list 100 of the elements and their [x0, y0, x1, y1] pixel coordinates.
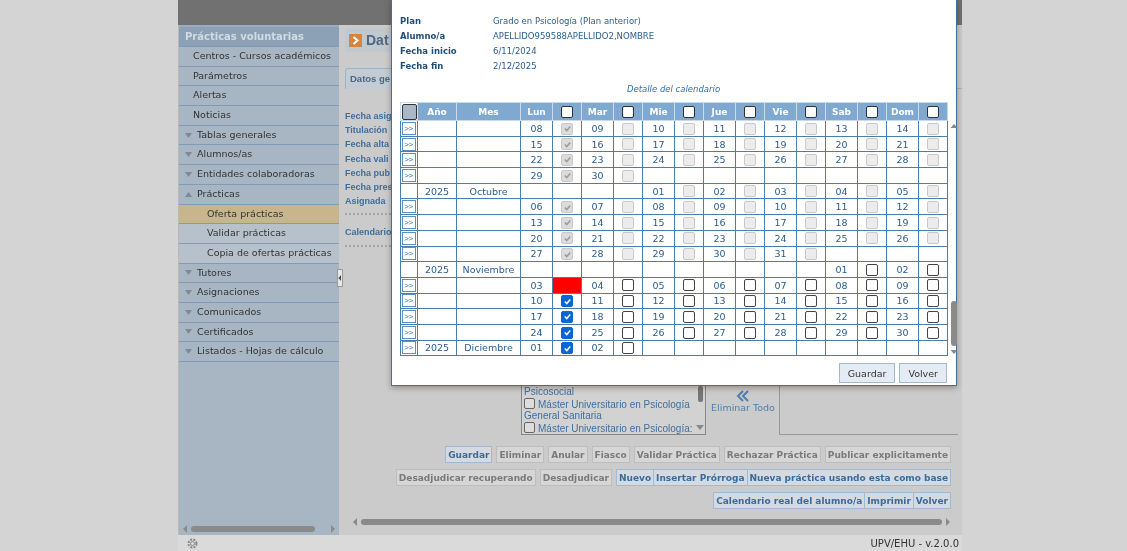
table-cell: 08 — [652, 201, 665, 213]
week-button[interactable]: >> — [402, 121, 416, 135]
checkbox[interactable] — [866, 310, 878, 323]
checkbox[interactable] — [683, 279, 695, 292]
list-item-text[interactable]: Máster Universitario en Psicología General Sanitaria — [524, 397, 695, 422]
checkbox[interactable] — [622, 342, 634, 355]
table-cell: 14 — [774, 295, 787, 307]
sidebar-item[interactable]: Alertas — [179, 86, 339, 107]
scrollbar[interactable] — [353, 517, 950, 526]
arrow-up-icon[interactable] — [949, 122, 959, 130]
checkbox[interactable] — [524, 421, 535, 433]
select-all-checkbox[interactable] — [401, 103, 417, 120]
checkbox[interactable] — [866, 263, 878, 276]
checkbox[interactable] — [927, 326, 939, 339]
checkbox[interactable] — [561, 310, 573, 323]
week-button[interactable]: >> — [402, 341, 416, 355]
dialog-button[interactable]: Volver — [899, 363, 947, 384]
sidebar-item[interactable]: Oferta prácticas — [179, 204, 339, 225]
week-button[interactable]: >> — [402, 153, 416, 167]
checkbox[interactable] — [744, 279, 756, 292]
table-cell: 28 — [896, 154, 909, 166]
checkbox[interactable] — [805, 279, 817, 292]
sidebar-group[interactable]: Entidades colaboradoras — [179, 165, 339, 185]
action-button[interactable]: Nueva práctica usando esta como base — [747, 469, 951, 486]
checkbox[interactable] — [622, 295, 634, 308]
checkbox[interactable] — [927, 295, 939, 308]
field-label: Titulación — [345, 124, 389, 138]
checkbox[interactable] — [744, 326, 756, 339]
checkbox[interactable] — [683, 310, 695, 323]
checkbox[interactable] — [805, 326, 817, 339]
info-label: Plan — [400, 15, 422, 26]
checkbox[interactable] — [866, 295, 878, 308]
dialog-button[interactable]: Guardar — [838, 363, 896, 384]
checkbox[interactable] — [561, 326, 573, 339]
sidebar-group[interactable]: Comunicados — [179, 302, 339, 323]
week-button[interactable]: >> — [402, 200, 416, 214]
sidebar-group[interactable]: Tablas generales — [179, 125, 339, 146]
week-button[interactable]: >> — [402, 137, 416, 151]
section-title: Dat — [366, 32, 389, 48]
checkbox[interactable] — [927, 105, 939, 118]
action-button[interactable]: Insertar Prórroga — [654, 469, 748, 486]
table-cell: 22 — [652, 232, 665, 244]
week-button[interactable]: >> — [402, 310, 416, 324]
checkbox[interactable] — [927, 310, 939, 323]
week-button[interactable]: >> — [402, 278, 416, 292]
sidebar-group[interactable]: Listados - Hojas de cálculo — [179, 342, 339, 362]
sidebar-item[interactable]: Copia de ofertas prácticas — [179, 243, 339, 264]
double-chevron-icon — [736, 390, 750, 402]
checkbox[interactable] — [622, 326, 634, 339]
checkbox[interactable] — [561, 105, 573, 118]
table-cell: 09 — [713, 201, 726, 213]
week-button[interactable]: >> — [402, 247, 416, 261]
sidebar-item[interactable]: Noticias — [179, 106, 339, 126]
sidebar-item[interactable]: Centros - Cursos académicos — [179, 47, 339, 67]
action-button[interactable]: Imprimir — [865, 492, 914, 509]
checkbox[interactable] — [683, 295, 695, 308]
checkbox[interactable] — [744, 295, 756, 308]
week-button[interactable]: >> — [402, 168, 416, 182]
checkbox[interactable] — [622, 105, 634, 118]
checkbox[interactable] — [744, 310, 756, 323]
checkbox[interactable] — [622, 279, 634, 292]
sidebar-item[interactable]: Validar prácticas — [179, 224, 339, 244]
field-label: Fecha pub — [345, 166, 389, 180]
week-button[interactable]: >> — [402, 215, 416, 229]
checkbox[interactable] — [744, 105, 756, 118]
checkbox[interactable] — [683, 105, 695, 118]
week-button[interactable]: >> — [402, 231, 416, 245]
checkbox[interactable] — [561, 295, 573, 308]
action-button[interactable]: Guardar — [445, 446, 493, 463]
caret-icon — [185, 290, 192, 296]
week-button[interactable]: >> — [402, 294, 416, 308]
checkbox[interactable] — [927, 279, 939, 292]
sidebar-group-label: Certificados — [197, 324, 254, 339]
checkbox[interactable] — [524, 397, 535, 409]
table-cell: 20 — [713, 311, 726, 323]
checkbox[interactable] — [622, 310, 634, 323]
settings-icon[interactable] — [186, 536, 199, 550]
sidebar-item[interactable]: Parámetros — [179, 66, 339, 87]
action-button[interactable]: Calendario real del alumno/a — [713, 492, 866, 509]
sidebar-group[interactable]: Asignaciones — [179, 283, 339, 303]
checkbox[interactable] — [683, 326, 695, 339]
checkbox[interactable] — [805, 310, 817, 323]
checkbox[interactable] — [805, 105, 817, 118]
caret-icon — [185, 309, 192, 315]
action-button[interactable]: Nuevo — [616, 469, 655, 486]
collapse-handle-icon[interactable] — [337, 269, 343, 287]
action-button[interactable]: Volver — [913, 492, 951, 509]
week-button[interactable]: >> — [402, 325, 416, 339]
sidebar-group[interactable]: Prácticas — [179, 184, 339, 205]
list-item-text[interactable]: Máster Universitario en Psicología: — [524, 421, 695, 434]
checkbox[interactable] — [866, 279, 878, 292]
checkbox[interactable] — [866, 326, 878, 339]
checkbox[interactable] — [927, 263, 939, 276]
table-cell: 11 — [591, 295, 604, 307]
checkbox[interactable] — [561, 342, 573, 355]
sidebar-group[interactable]: Alumnos/as — [179, 145, 339, 166]
sidebar-group[interactable]: Certificados — [179, 322, 339, 343]
checkbox[interactable] — [866, 105, 878, 118]
study-listbox[interactable]: Psicosocial Máster Universitario en Psicología General Sanitaria Máster Universitario en Psicología: — [521, 386, 706, 435]
checkbox[interactable] — [805, 295, 817, 308]
